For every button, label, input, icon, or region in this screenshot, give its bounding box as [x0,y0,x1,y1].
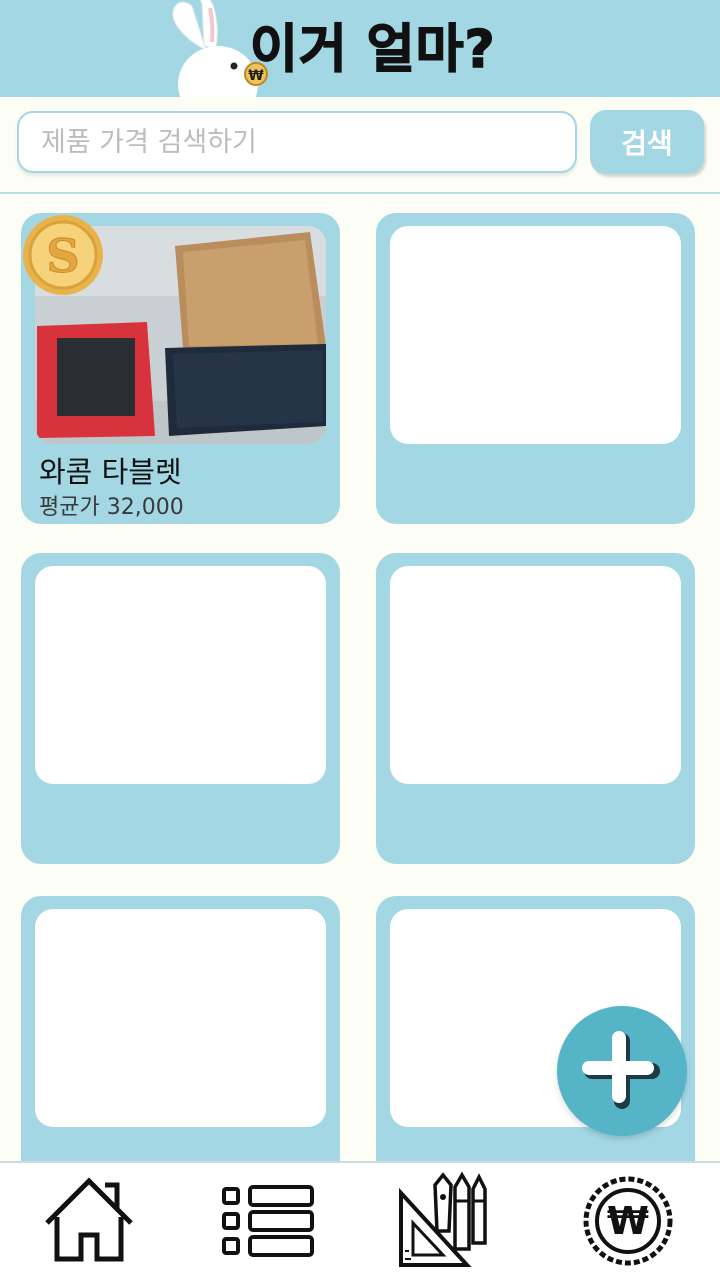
search-input[interactable] [17,111,577,173]
product-name: 와콤 타블렛 [39,455,182,489]
product-price: 평균가 32,000 [39,495,184,520]
svg-text:₩: ₩ [607,1199,649,1243]
won-coin-icon: ₩ [583,1176,673,1266]
app-title: 이거 얼마? [249,19,496,81]
search-button[interactable]: 검색 [590,110,704,174]
add-product-button[interactable] [557,1006,687,1136]
app-header: ₩ 이거 얼마? [0,0,720,97]
product-image [390,226,681,444]
drawing-tools-icon [399,1171,487,1267]
product-image [35,566,326,784]
nav-drawing-tools[interactable] [395,1171,495,1271]
nav-price[interactable]: ₩ [578,1171,678,1271]
nav-list[interactable] [218,1171,318,1271]
plus-icon [582,1031,660,1109]
product-card[interactable]: S 와콤 타블렛 평균가 32,000 [21,213,340,524]
product-card[interactable] [376,213,695,524]
bottom-nav: ₩ [0,1161,720,1280]
product-image [35,909,326,1127]
home-icon [45,1177,133,1262]
product-card[interactable] [21,553,340,864]
search-bar: 검색 [0,97,720,194]
coin-icon: S [23,215,103,295]
nav-home[interactable] [39,1171,139,1271]
product-image [390,566,681,784]
svg-text:S: S [46,229,79,283]
app-screen: ₩ 이거 얼마? 검색 S 와콤 타블렛 [0,0,720,1280]
list-icon [222,1185,314,1257]
product-card[interactable] [376,553,695,864]
